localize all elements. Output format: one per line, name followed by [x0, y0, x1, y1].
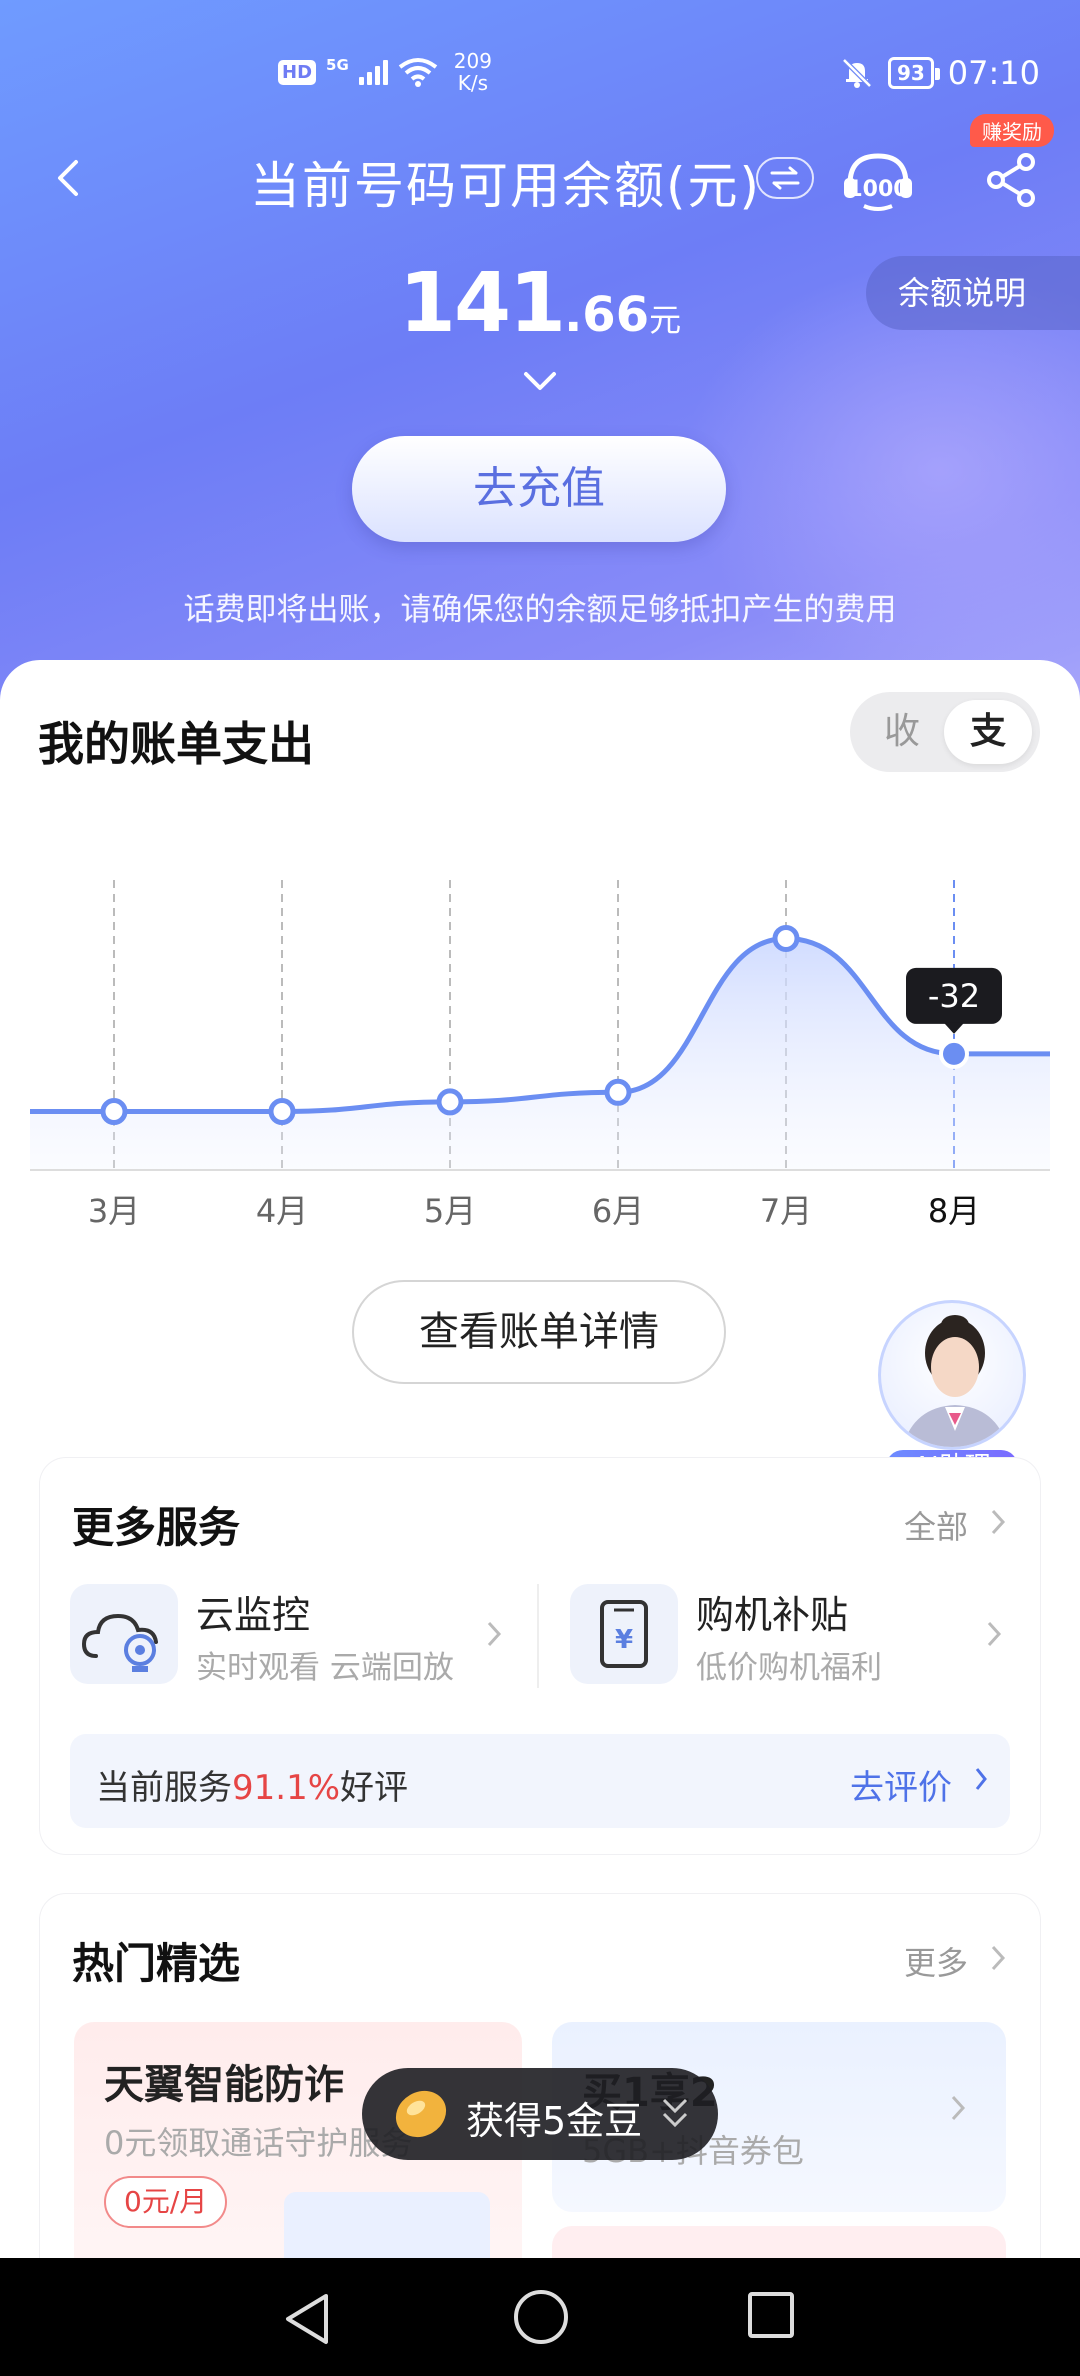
swap-arrows-icon [770, 166, 800, 190]
chevron-right-icon [991, 1509, 1006, 1535]
chevron-right-icon [991, 1945, 1006, 1971]
gold-bean-toast[interactable]: 获得5金豆 [362, 2068, 718, 2160]
svg-text:¥: ¥ [615, 1625, 633, 1655]
hd-badge: HD [278, 59, 317, 85]
service-item-phone-subsidy[interactable]: ¥ 购机补贴 低价购机福利 [570, 1584, 1010, 1688]
bill-detail-button[interactable]: 查看账单详情 [352, 1280, 726, 1384]
toast-text: 获得5金豆 [466, 2099, 643, 2143]
promo-title: 天翼智能防诈 [104, 2062, 344, 2108]
chevron-right-icon [975, 1768, 987, 1790]
billing-tip: 话费即将出账，请确保您的余额足够抵扣产生的费用 [183, 592, 897, 628]
chart-point [772, 924, 800, 952]
net-speed-unit: K/s [457, 71, 488, 95]
gold-bean-icon [395, 2090, 447, 2138]
svg-text:1000: 1000 [847, 177, 908, 202]
month-label: 7月 [760, 1192, 812, 1230]
hot-picks-title: 热门精选 [72, 1939, 241, 1988]
service-divider [537, 1584, 539, 1688]
status-bar: HD 5G 209 K/s 93 07:10 [0, 0, 1080, 150]
battery-indicator: 93 [887, 57, 940, 89]
balance-integer: 141 [398, 256, 566, 351]
chart-area [30, 938, 1050, 1170]
chevron-down-icon[interactable] [522, 368, 558, 394]
service-icon-box: ¥ [570, 1584, 678, 1684]
chart-point [436, 1088, 464, 1116]
promo-price-tag: 0元/月 [104, 2176, 228, 2228]
status-right: 93 07:10 [840, 54, 1040, 92]
balance-decimal: .66 [564, 287, 650, 343]
service-name: 云监控 [196, 1593, 311, 1637]
toggle-expense[interactable]: 支 [944, 700, 1032, 764]
balance-amount: 141.66元 [0, 256, 1080, 351]
chart-point [604, 1078, 632, 1106]
service-name: 购机补贴 [696, 1593, 849, 1637]
chevron-right-icon [487, 1621, 502, 1647]
tooltip-arrow [944, 1022, 964, 1034]
chart-point [100, 1098, 128, 1126]
status-left: HD 5G 209 K/s [278, 50, 492, 94]
nav-recent-apps-icon[interactable] [748, 2292, 794, 2338]
month-label: 5月 [424, 1192, 476, 1230]
services-all-link[interactable]: 全部 [904, 1502, 968, 1548]
chevron-right-icon [951, 2095, 966, 2121]
nav-home-icon[interactable] [514, 2290, 568, 2344]
month-label: 4月 [256, 1192, 308, 1230]
service-rating-bar: 当前服务91.1%好评 去评价 [70, 1734, 1010, 1828]
more-services-title: 更多服务 [72, 1503, 241, 1552]
service-desc: 实时观看 云端回放 [196, 1650, 454, 1686]
service-desc: 低价购机福利 [696, 1650, 882, 1686]
service-icon-box [70, 1584, 178, 1684]
cloud-camera-icon [81, 1613, 158, 1672]
reward-badge: 赚奖励 [970, 114, 1054, 147]
system-nav-bar [0, 2258, 1080, 2376]
double-chevron-down-icon [662, 2098, 688, 2128]
bill-section-title: 我的账单支出 [38, 717, 314, 771]
cell-signal-icon [358, 59, 388, 85]
customer-service-10000-icon[interactable]: 1000 [840, 146, 916, 216]
rate-link[interactable]: 去评价 [850, 1760, 952, 1809]
network-speed: 209 K/s [454, 50, 492, 94]
nav-back-icon[interactable] [282, 2292, 332, 2346]
clock: 07:10 [947, 54, 1040, 92]
recharge-button[interactable]: 去充值 [352, 436, 726, 542]
page-title: 当前号码可用余额(元) [250, 157, 762, 215]
hot-more-link[interactable]: 更多 [904, 1938, 968, 1984]
month-label: 6月 [592, 1192, 644, 1230]
chevron-right-icon [987, 1621, 1002, 1647]
back-arrow-icon[interactable] [48, 158, 88, 198]
balance-unit: 元 [649, 301, 682, 339]
month-label: 8月 [928, 1192, 980, 1230]
assistant-portrait-icon [902, 1315, 1008, 1447]
rating-suffix: 好评 [340, 1768, 409, 1808]
income-expense-toggle[interactable]: 收 支 [850, 692, 1040, 772]
chart-point [268, 1098, 296, 1126]
mute-bell-icon [842, 58, 872, 88]
rating-percent: 91.1% [232, 1768, 341, 1808]
share-icon[interactable] [982, 150, 1042, 210]
ai-assistant-avatar [878, 1300, 1026, 1450]
toggle-income[interactable]: 收 [858, 700, 946, 764]
rating-prefix: 当前服务 [96, 1768, 232, 1808]
month-label: 3月 [88, 1192, 140, 1230]
service-item-cloud-monitor[interactable]: 云监控 实时观看 云端回放 [70, 1584, 510, 1688]
chart-point-highlight [939, 1038, 969, 1069]
switch-number-icon[interactable] [756, 157, 814, 199]
tooltip-label: -32 [928, 977, 980, 1015]
rating-text: 当前服务91.1%好评 [96, 1760, 408, 1809]
yuan-phone-icon: ¥ [600, 1600, 648, 1668]
5g-label: 5G [326, 56, 349, 74]
net-speed-value: 209 [453, 49, 492, 73]
bill-chart: 3月 4月 5月 6月 7月 8月 -32 [30, 880, 1050, 1230]
wifi-icon [398, 58, 437, 87]
